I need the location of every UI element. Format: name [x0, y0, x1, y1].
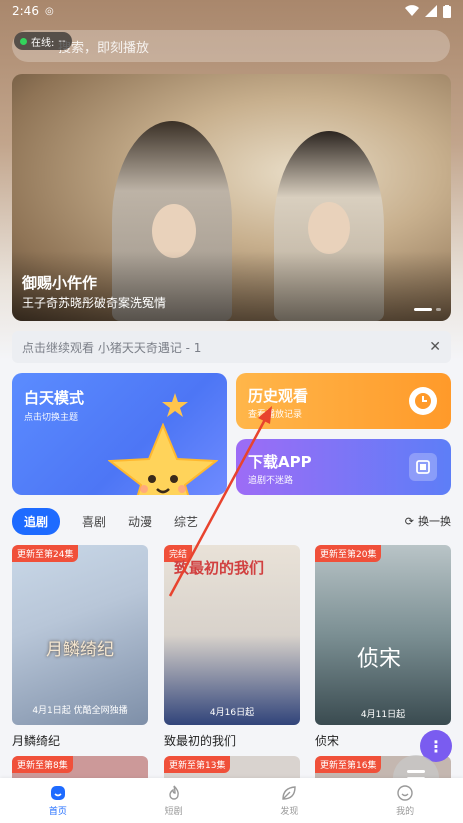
banner-face-right [308, 202, 350, 254]
poster-card[interactable]: 更新至第24集 月鳞绮纪 4月1日起 优酷全网独播 [12, 545, 148, 725]
smile-icon [397, 785, 413, 801]
history-card[interactable]: 历史观看 查看播放记录 [236, 373, 451, 429]
poster-title-art: 月鳞绮纪 [46, 640, 114, 660]
leaf-icon [282, 786, 297, 800]
star-mascot-icon [108, 423, 218, 495]
poster-title-art: 侦宋 [357, 647, 402, 672]
small-star-icon [162, 393, 188, 417]
poster-caption: 4月1日起 优酷全网独播 [32, 706, 128, 716]
poster-caption: 4月16日起 [209, 708, 255, 718]
nav-profile[interactable]: 我的 [375, 784, 435, 817]
status-bar: 2:46 ◎ [0, 0, 463, 22]
category-tabs: 追剧 喜剧 动漫 综艺 ⟳ 换一换 [12, 507, 451, 535]
download-app-card[interactable]: 下载APP 追剧不迷路 [236, 439, 451, 495]
home-icon [50, 786, 65, 800]
tab-anime[interactable]: 动漫 [128, 513, 152, 530]
online-value: -- [58, 35, 66, 47]
banner-subtitle: 王子奇苏晓彤破奇案洗冤情 [22, 296, 167, 310]
wifi-icon [405, 5, 419, 17]
banner-pagination [414, 308, 441, 311]
clock-icon [409, 387, 437, 415]
nav-label: 发现 [280, 807, 299, 817]
continue-watching-bar[interactable]: 点击继续观看 小猪天天奇遇记 - 1 ✕ [12, 331, 451, 363]
nav-label: 首页 [48, 807, 67, 817]
refresh-label: 换一换 [418, 515, 451, 528]
search-placeholder: 搜索，即刻播放 [58, 40, 150, 56]
notification-icon: ◎ [44, 5, 54, 17]
online-label: 在线: [31, 37, 55, 49]
signal-icon [425, 5, 437, 17]
episode-badge: 更新至第24集 [12, 545, 79, 562]
poster-caption: 4月11日起 [360, 710, 406, 720]
hero-banner[interactable]: 御赐小仵作 王子奇苏晓彤破奇案洗冤情 [12, 74, 451, 321]
bottom-nav: 首页 短剧 发现 我的 [0, 778, 463, 823]
nav-label: 我的 [396, 807, 415, 817]
day-mode-card[interactable]: 白天模式 点击切换主题 [12, 373, 227, 495]
poster-name[interactable]: 侦宋 [315, 732, 339, 749]
poster-title-art: 致最初的我们 [174, 559, 265, 577]
close-icon[interactable]: ✕ [429, 339, 441, 355]
banner-dot [414, 308, 432, 311]
history-title: 历史观看 [248, 387, 309, 405]
nav-discover[interactable]: 发现 [259, 784, 319, 817]
nav-home[interactable]: 首页 [28, 784, 88, 817]
continue-watching-text: 点击继续观看 小猪天天奇遇记 - 1 [22, 340, 202, 355]
poster-card[interactable]: 完结 致最初的我们 4月16日起 [164, 545, 300, 725]
tab-variety[interactable]: 综艺 [174, 513, 198, 530]
banner-dot [436, 308, 441, 311]
day-mode-title: 白天模式 [24, 389, 85, 407]
tab-comedy[interactable]: 喜剧 [82, 513, 106, 530]
tab-drama[interactable]: 追剧 [12, 507, 61, 535]
refresh-button[interactable]: ⟳ 换一换 [405, 513, 451, 529]
online-count-badge: 在线: -- [14, 32, 72, 50]
download-title: 下载APP [248, 453, 312, 471]
episode-badge: 更新至第8集 [12, 756, 73, 773]
refresh-icon: ⟳ [404, 514, 414, 528]
episode-badge: 更新至第16集 [315, 756, 382, 773]
fire-icon [168, 785, 179, 800]
poster-name[interactable]: 致最初的我们 [164, 732, 236, 749]
episode-badge: 更新至第20集 [315, 545, 382, 562]
battery-icon [443, 4, 451, 18]
day-mode-subtitle: 点击切换主题 [24, 413, 79, 423]
banner-title: 御赐小仵作 [22, 274, 98, 292]
poster-card[interactable]: 更新至第20集 侦宋 4月11日起 [315, 545, 451, 725]
banner-face-left [152, 204, 196, 258]
poster-name[interactable]: 月鳞绮纪 [12, 732, 60, 749]
nav-label: 短剧 [164, 807, 183, 817]
menu-line [407, 769, 425, 773]
online-dot-icon [20, 37, 27, 45]
download-subtitle: 追剧不迷路 [248, 476, 294, 486]
film-icon [409, 453, 437, 481]
nav-shorts[interactable]: 短剧 [144, 784, 204, 817]
search-input[interactable]: 搜索，即刻播放 [12, 30, 450, 62]
episode-badge: 更新至第13集 [164, 756, 231, 773]
status-time: 2:46 [12, 4, 39, 18]
history-subtitle: 查看播放记录 [248, 410, 303, 420]
